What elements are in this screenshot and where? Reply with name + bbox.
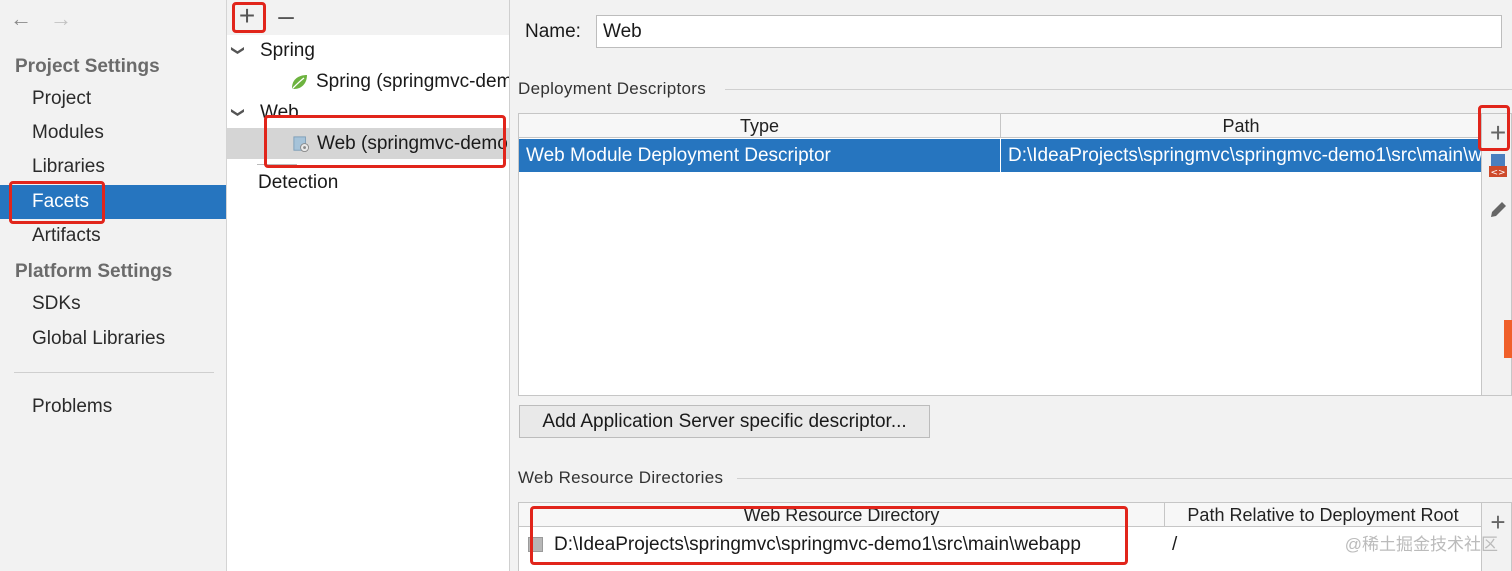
tree-node-web-facet-label: Web (springmvc-demo1) bbox=[317, 133, 510, 154]
tree-toolbar: + – bbox=[227, 0, 509, 35]
facet-settings-panel: Name: Deployment Descriptors Type Path W… bbox=[511, 0, 1512, 571]
sidebar-item-sdks[interactable]: SDKs bbox=[0, 287, 226, 321]
tree-node-web-label: Web bbox=[260, 102, 299, 123]
tree-node-spring[interactable]: ❯ Spring bbox=[227, 35, 509, 66]
minus-icon[interactable]: – bbox=[271, 2, 301, 31]
descriptor-path-cell: D:\IdeaProjects\springmvc\springmvc-demo… bbox=[1008, 145, 1481, 166]
svg-text:<>: <> bbox=[1490, 168, 1505, 178]
sidebar-item-facets[interactable]: Facets bbox=[0, 185, 226, 219]
web-resource-directories-title: Web Resource Directories bbox=[518, 468, 724, 487]
tree-divider bbox=[257, 164, 297, 165]
tree-node-detection[interactable]: Detection bbox=[227, 167, 509, 198]
tree-node-spring-facet-label: Spring (springmvc-demo1) bbox=[316, 71, 510, 92]
group-divider bbox=[725, 89, 1512, 90]
chevron-down-icon[interactable]: ❯ bbox=[227, 107, 254, 118]
column-header-relative-path[interactable]: Path Relative to Deployment Root bbox=[1165, 503, 1481, 527]
name-label: Name: bbox=[525, 21, 581, 42]
spring-leaf-icon bbox=[292, 75, 307, 89]
deployment-descriptors-title: Deployment Descriptors bbox=[518, 79, 706, 98]
name-input[interactable] bbox=[596, 15, 1502, 48]
folder-icon bbox=[528, 537, 543, 552]
arrow-left-icon[interactable]: ← bbox=[10, 8, 32, 30]
sidebar-divider bbox=[14, 372, 214, 373]
platform-settings-header: Platform Settings bbox=[15, 261, 173, 282]
column-header-web-resource-directory[interactable]: Web Resource Directory bbox=[519, 503, 1164, 527]
chevron-down-icon[interactable]: ❯ bbox=[227, 45, 254, 56]
sidebar-item-modules[interactable]: Modules bbox=[0, 116, 226, 150]
column-header-path[interactable]: Path bbox=[1001, 114, 1481, 138]
arrow-right-icon[interactable]: → bbox=[50, 8, 72, 30]
descriptor-type-cell: Web Module Deployment Descriptor bbox=[526, 145, 831, 166]
tree-node-spring-label: Spring bbox=[260, 40, 315, 61]
sidebar-item-project[interactable]: Project bbox=[0, 82, 226, 116]
group-divider bbox=[737, 478, 1512, 479]
sidebar-item-global-libraries[interactable]: Global Libraries bbox=[0, 322, 226, 356]
edge-marker bbox=[1504, 320, 1512, 358]
tree-node-web-facet[interactable]: Web (springmvc-demo1) bbox=[227, 128, 510, 159]
table-row[interactable]: D:\IdeaProjects\springmvc\springmvc-demo… bbox=[519, 528, 1481, 561]
deployment-descriptors-table: Type Path Web Module Deployment Descript… bbox=[518, 113, 1512, 396]
web-module-icon bbox=[293, 136, 309, 152]
project-settings-header: Project Settings bbox=[15, 56, 160, 77]
tree-node-web[interactable]: ❯ Web bbox=[227, 97, 509, 128]
resource-directory-cell: D:\IdeaProjects\springmvc\springmvc-demo… bbox=[554, 534, 1081, 555]
add-server-descriptor-button[interactable]: Add Application Server specific descript… bbox=[519, 405, 930, 438]
table-row[interactable]: Web Module Deployment Descriptor D:\Idea… bbox=[519, 139, 1481, 172]
column-header-type[interactable]: Type bbox=[519, 114, 1000, 138]
sidebar-item-problems[interactable]: Problems bbox=[0, 390, 226, 424]
descriptor-icon[interactable]: <> bbox=[1489, 154, 1507, 178]
plus-icon[interactable]: + bbox=[1484, 118, 1511, 148]
tree-node-detection-label: Detection bbox=[258, 172, 339, 193]
pencil-icon[interactable] bbox=[1488, 200, 1508, 220]
facets-tree-panel: + – ❯ Spring Spring (springmvc-demo1) ❯ … bbox=[227, 0, 510, 571]
tree-node-spring-facet[interactable]: Spring (springmvc-demo1) bbox=[227, 66, 510, 97]
watermark-text: @稀土掘金技术社区 bbox=[1344, 535, 1498, 554]
plus-icon[interactable]: + bbox=[232, 2, 262, 31]
settings-sidebar: ← → Project Settings Project Modules Lib… bbox=[0, 0, 227, 571]
sidebar-item-libraries[interactable]: Libraries bbox=[0, 150, 226, 184]
sidebar-item-artifacts[interactable]: Artifacts bbox=[0, 219, 226, 253]
